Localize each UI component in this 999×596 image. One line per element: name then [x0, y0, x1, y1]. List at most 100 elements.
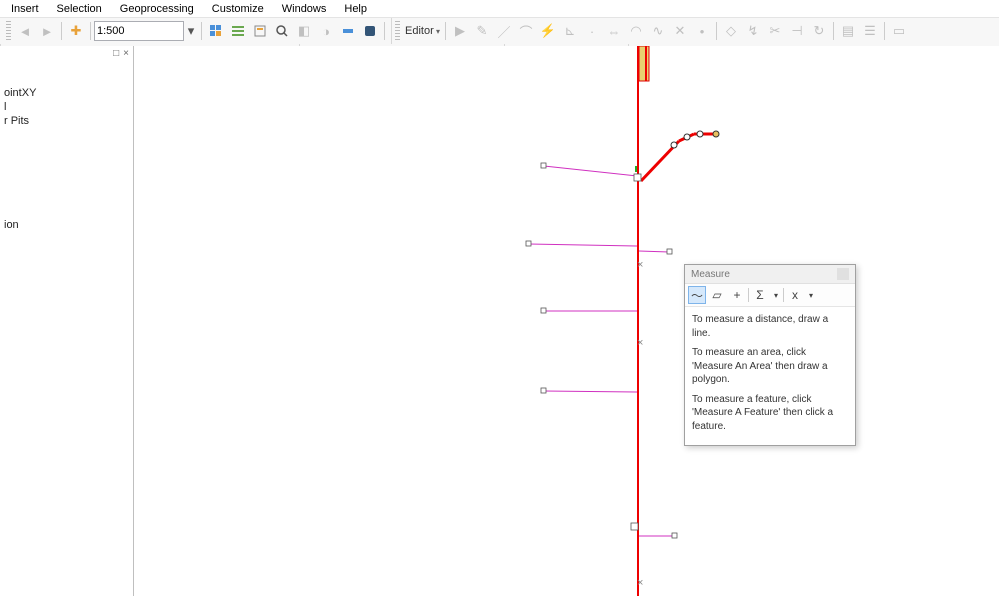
arcscene-icon[interactable]: ◧ — [293, 20, 315, 42]
endpoint-arc-icon[interactable]: ⌒ — [515, 20, 537, 42]
cross-marker-icon: × — [637, 337, 643, 349]
menu-windows[interactable]: Windows — [273, 1, 336, 17]
editor-menu[interactable]: Editor — [403, 25, 442, 37]
vertex-icon — [697, 131, 703, 137]
arcglobe-icon[interactable]: ◑ — [315, 20, 337, 42]
scale-dropdown-icon[interactable]: ▾ — [184, 20, 198, 42]
vertex-icon — [713, 131, 719, 137]
vertex-icon — [684, 134, 690, 140]
forward-icon[interactable]: ► — [36, 20, 58, 42]
trace-icon[interactable]: ⚡ — [537, 20, 559, 42]
sum-icon[interactable]: Σ — [751, 286, 769, 304]
point-marker-icon — [667, 249, 672, 254]
menu-geoprocessing[interactable]: Geoprocessing — [111, 1, 203, 17]
node-marker-icon — [635, 166, 637, 172]
map-svg: × × × — [134, 46, 999, 596]
close-icon[interactable]: × — [123, 48, 129, 59]
separator — [61, 22, 62, 40]
cross-marker-icon: × — [637, 259, 643, 271]
cut-polygon-icon[interactable]: ✂ — [764, 20, 786, 42]
plus-icon[interactable]: ✚ — [65, 20, 87, 42]
python-icon[interactable] — [359, 20, 381, 42]
list-item[interactable]: ointXY — [4, 86, 129, 100]
menu-insert[interactable]: Insert — [2, 1, 48, 17]
point-marker-icon — [526, 241, 531, 246]
grip-icon[interactable] — [6, 21, 11, 41]
right-angle-icon[interactable]: ⊾ — [559, 20, 581, 42]
straight-segment-icon[interactable]: ／ — [493, 20, 515, 42]
toolbar-editor: Editor ▶ ✎ ／ ⌒ ⚡ ⊾ · ⇔ ◠ ∿ ✕ • ◇ ↯ ✂ ⊣ ↻… — [391, 18, 913, 44]
sum-dropdown-icon[interactable]: ▾ — [771, 286, 781, 304]
reshape-icon[interactable]: ↯ — [742, 20, 764, 42]
separator — [384, 22, 385, 40]
modelbuilder-icon[interactable] — [337, 20, 359, 42]
toc-panel: □ × ointXY l r Pits ion — [0, 46, 134, 596]
list-spacer — [4, 128, 129, 218]
feature-lateral — [529, 244, 637, 246]
attributes-icon[interactable]: ▤ — [837, 20, 859, 42]
separator — [748, 288, 749, 302]
point-marker-icon — [541, 163, 546, 168]
sketch-properties-icon[interactable]: ☰ — [859, 20, 881, 42]
feature-lateral — [544, 391, 637, 392]
help-line-1: To measure a distance, draw a line. — [692, 313, 848, 340]
menu-selection[interactable]: Selection — [48, 1, 111, 17]
close-icon[interactable] — [837, 268, 849, 280]
midpoint-icon[interactable]: · — [581, 20, 603, 42]
menu-help[interactable]: Help — [335, 1, 376, 17]
help-line-3: To measure a feature, click 'Measure A F… — [692, 393, 848, 434]
map-canvas[interactable]: × × × Measure 〜 ▱ + Σ ▾ x ▾ To measure a… — [134, 46, 999, 596]
edit-annotation-icon[interactable]: ✎ — [471, 20, 493, 42]
cross-marker-icon: × — [637, 577, 643, 589]
menu-customize[interactable]: Customize — [203, 1, 273, 17]
junction-marker-icon — [631, 523, 638, 530]
toc-icon[interactable] — [227, 20, 249, 42]
junction-marker-icon — [634, 174, 641, 181]
separator — [90, 22, 91, 40]
menu-bar: Insert Selection Geoprocessing Customize… — [0, 0, 999, 18]
feature-lateral — [544, 166, 637, 176]
separator — [833, 22, 834, 40]
rotate-icon[interactable]: ↻ — [808, 20, 830, 42]
point-icon[interactable]: • — [691, 20, 713, 42]
editor-toolbar-icon[interactable] — [205, 20, 227, 42]
scale-combo[interactable] — [94, 21, 184, 41]
search-icon[interactable] — [271, 20, 293, 42]
measure-area-icon[interactable]: ▱ — [708, 286, 726, 304]
point-marker-icon — [541, 308, 546, 313]
edit-vertices-icon[interactable]: ◇ — [720, 20, 742, 42]
vertex-icon — [671, 142, 677, 148]
create-features-icon[interactable]: ▭ — [888, 20, 910, 42]
toolbar-standard: ◄ ► ✚ ▾ ◧ ◑ — [0, 18, 391, 44]
distance-icon[interactable]: ⇔ — [603, 20, 625, 42]
toc-list[interactable]: ointXY l r Pits ion — [0, 46, 133, 236]
feature-main-line — [637, 46, 639, 596]
measure-titlebar[interactable]: Measure — [685, 265, 855, 284]
feature-main-line — [645, 46, 647, 81]
intersection-icon[interactable]: ✕ — [669, 20, 691, 42]
bezier-icon[interactable]: ∿ — [647, 20, 669, 42]
measure-help-text: To measure a distance, draw a line. To m… — [685, 307, 855, 445]
measure-line-icon[interactable]: 〜 — [688, 286, 706, 304]
list-item[interactable]: r Pits — [4, 114, 129, 128]
help-line-2: To measure an area, click 'Measure An Ar… — [692, 346, 848, 387]
catalog-icon[interactable] — [249, 20, 271, 42]
units-dropdown-icon[interactable]: ▾ — [806, 286, 816, 304]
measure-title: Measure — [691, 269, 730, 280]
measure-feature-icon[interactable]: + — [728, 286, 746, 304]
list-item[interactable]: ion — [4, 218, 129, 232]
arc-icon[interactable]: ◠ — [625, 20, 647, 42]
feature-segment — [639, 46, 649, 81]
edit-tool-icon[interactable]: ▶ — [449, 20, 471, 42]
split-icon[interactable]: ⊣ — [786, 20, 808, 42]
list-item[interactable]: l — [4, 100, 129, 114]
measure-window[interactable]: Measure 〜 ▱ + Σ ▾ x ▾ To measure a dista… — [684, 264, 856, 446]
measure-toolbar: 〜 ▱ + Σ ▾ x ▾ — [685, 284, 855, 307]
separator — [783, 288, 784, 302]
grip-icon[interactable] — [395, 21, 400, 41]
back-icon[interactable]: ◄ — [14, 20, 36, 42]
clear-icon[interactable]: x — [786, 286, 804, 304]
separator — [445, 22, 446, 40]
pin-icon[interactable]: □ — [113, 48, 119, 59]
separator — [716, 22, 717, 40]
